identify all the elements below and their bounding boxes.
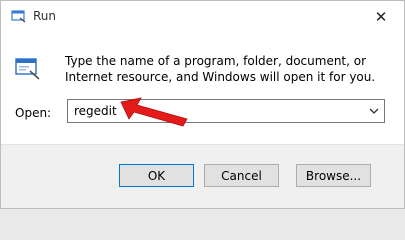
dialog-footer: OK Cancel Browse... xyxy=(1,144,404,208)
browse-button[interactable]: Browse... xyxy=(296,164,371,187)
run-app-icon xyxy=(15,58,40,80)
chevron-down-icon[interactable] xyxy=(368,105,380,117)
title-bar[interactable]: Run ✕ xyxy=(1,1,404,32)
window-title: Run xyxy=(33,9,57,23)
open-label: Open: xyxy=(15,106,52,120)
close-icon: ✕ xyxy=(374,7,388,26)
dialog-description: Type the name of a program, folder, docu… xyxy=(65,54,376,84)
run-dialog: Run ✕ Type the name of a program, folder… xyxy=(0,0,405,209)
run-icon xyxy=(11,10,26,23)
open-combobox[interactable] xyxy=(67,99,385,123)
dialog-content: Type the name of a program, folder, docu… xyxy=(1,32,404,144)
open-input[interactable] xyxy=(70,102,368,120)
ok-button[interactable]: OK xyxy=(119,164,194,187)
close-button[interactable]: ✕ xyxy=(358,1,404,32)
cancel-button[interactable]: Cancel xyxy=(204,164,279,187)
